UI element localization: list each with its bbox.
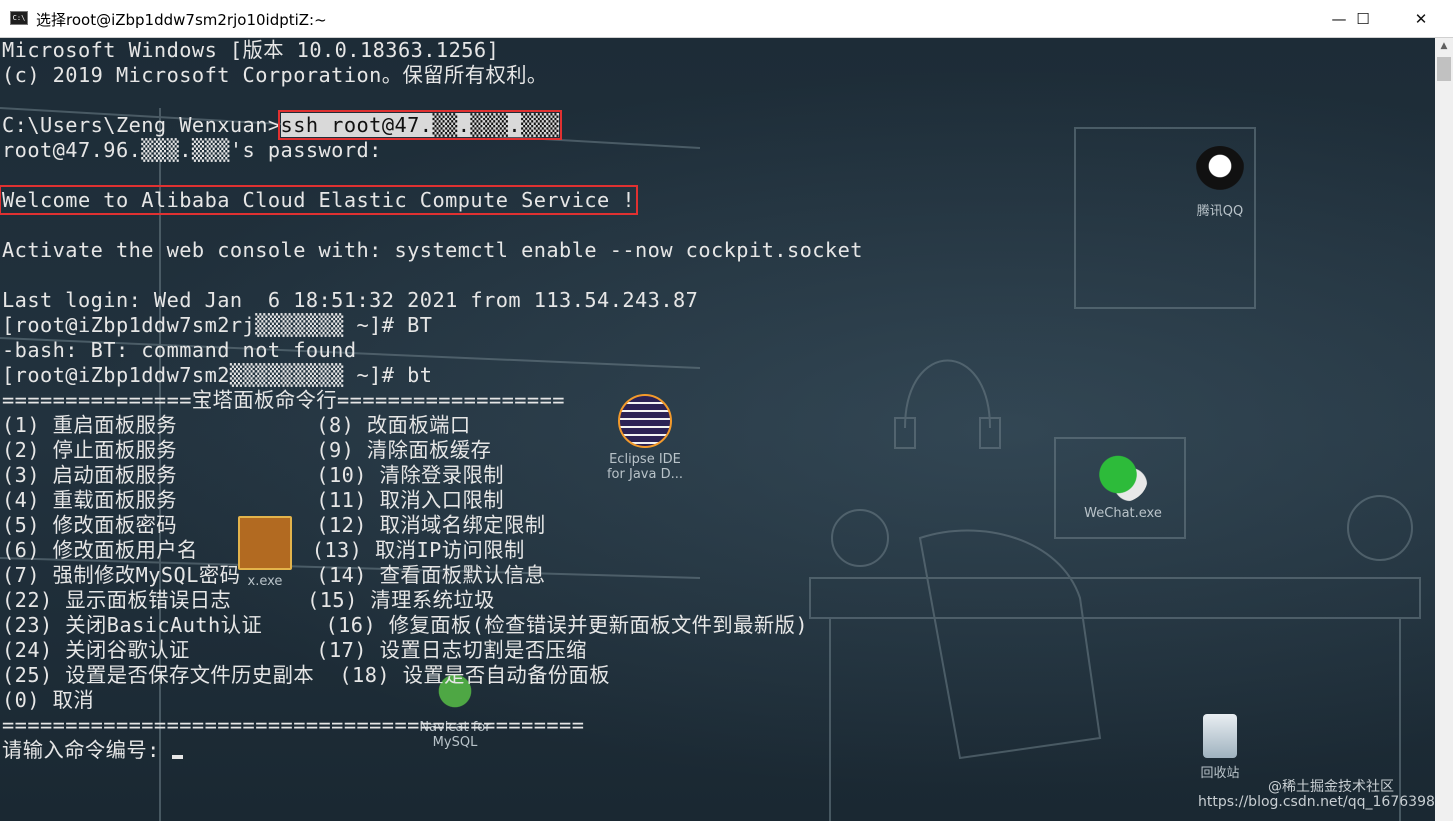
- csdn-watermark: https://blog.csdn.net/qq_16763983: [1198, 794, 1435, 810]
- qq-desktop-icon[interactable]: 腾讯QQ: [1165, 146, 1275, 219]
- term-line: -bash: BT: command not found: [2, 338, 357, 362]
- bt-menu-row: (22) 显示面板错误日志 (15) 清理系统垃圾: [2, 588, 495, 612]
- bt-menu-row: (23) 关闭BasicAuth认证 (16) 修复面板(检查错误并更新面板文件…: [2, 613, 808, 637]
- window-title: 选择root@iZbp1ddw7sm2rjo10idptiZ:~: [36, 11, 327, 29]
- qq-penguin-icon: [1195, 146, 1245, 196]
- term-line: Activate the web console with: systemctl…: [2, 238, 863, 262]
- bt-menu-row: (5) 修改面板密码 (12) 取消域名绑定限制: [2, 513, 546, 537]
- term-line-ssh: C:\Users\Zeng Wenxuan>ssh root@47.▒▒.▒▒▒…: [2, 110, 863, 140]
- wechat-icon-label: WeChat.exe: [1084, 506, 1162, 521]
- term-line: [2, 263, 863, 288]
- juejin-watermark: @稀土掘金技术社区: [1268, 779, 1394, 795]
- wechat-desktop-icon[interactable]: WeChat.exe: [1068, 452, 1178, 521]
- terminal-output[interactable]: Microsoft Windows [版本 10.0.18363.1256] (…: [0, 38, 863, 763]
- close-button[interactable]: ✕: [1398, 0, 1444, 38]
- bt-menu-row: (6) 修改面板用户名 (13) 取消IP访问限制: [2, 538, 525, 562]
- qq-icon-label: 腾讯QQ: [1196, 204, 1244, 219]
- term-line: [root@iZbp1ddw7sm2▒▒▒▒▒▒▒▒▒ ~]# bt: [2, 363, 433, 387]
- term-line: root@47.96.▒▒▒.▒▒▒'s password:: [2, 138, 382, 162]
- term-line: Last login: Wed Jan 6 18:51:32 2021 from…: [2, 288, 699, 312]
- bt-menu-row: (4) 重载面板服务 (11) 取消入口限制: [2, 488, 504, 512]
- term-line: [2, 213, 863, 238]
- bt-menu-row: (0) 取消: [2, 688, 95, 712]
- window-titlebar: C:\ 选择root@iZbp1ddw7sm2rjo10idptiZ:~ — ☐…: [0, 0, 1453, 38]
- vertical-scrollbar[interactable]: ▲: [1435, 38, 1453, 821]
- term-line: [2, 163, 863, 188]
- recycle-bin-icon: [1203, 714, 1237, 758]
- wechat-icon: [1098, 452, 1148, 502]
- bt-menu-row: (2) 停止面板服务 (9) 清除面板缓存: [2, 438, 492, 462]
- term-line: [root@iZbp1ddw7sm2rj▒▒▒▒▒▒▒ ~]# BT: [2, 313, 433, 337]
- bt-menu-row: (1) 重启面板服务 (8) 改面板端口: [2, 413, 471, 437]
- bt-menu-footer: ========================================…: [2, 713, 585, 737]
- term-line-welcome: Welcome to Alibaba Cloud Elastic Compute…: [0, 185, 863, 215]
- console-app-icon: C:\: [10, 11, 28, 25]
- scroll-up-arrow-icon[interactable]: ▲: [1435, 38, 1453, 55]
- bt-menu-row: (25) 设置是否保存文件历史副本 (18) 设置是否自动备份面板: [2, 663, 611, 687]
- command-number-prompt: 请输入命令编号:: [2, 738, 173, 762]
- ssh-command-highlight[interactable]: ssh root@47.▒▒.▒▒▒.▒▒▒: [277, 110, 563, 140]
- recycle-bin-label: 回收站: [1200, 766, 1240, 781]
- command-input-line[interactable]: 请输入命令编号:: [2, 738, 863, 763]
- bt-menu-row: (3) 启动面板服务 (10) 清除登录限制: [2, 463, 504, 487]
- scrollbar-thumb[interactable]: [1437, 57, 1451, 81]
- bt-menu-row: (24) 关闭谷歌认证 (17) 设置日志切割是否压缩: [2, 638, 587, 662]
- term-line: Microsoft Windows [版本 10.0.18363.1256]: [2, 38, 500, 62]
- bt-menu-header: ===============宝塔面板命令行==================: [2, 388, 565, 412]
- cmd-prompt: C:\Users\Zeng Wenxuan>: [2, 113, 281, 137]
- term-line: (c) 2019 Microsoft Corporation。保留所有权利。: [2, 63, 548, 87]
- term-line: [2, 88, 863, 113]
- maximize-button[interactable]: ☐: [1340, 0, 1386, 38]
- bt-menu-row: (7) 强制修改MySQL密码 (14) 查看面板默认信息: [2, 563, 546, 587]
- recycle-bin-desktop-icon[interactable]: 回收站: [1165, 714, 1275, 781]
- console-area[interactable]: 腾讯QQ Eclipse IDE for Java D... WeChat.ex…: [0, 38, 1435, 821]
- text-cursor: [172, 755, 184, 759]
- welcome-message-highlight: Welcome to Alibaba Cloud Elastic Compute…: [0, 185, 639, 215]
